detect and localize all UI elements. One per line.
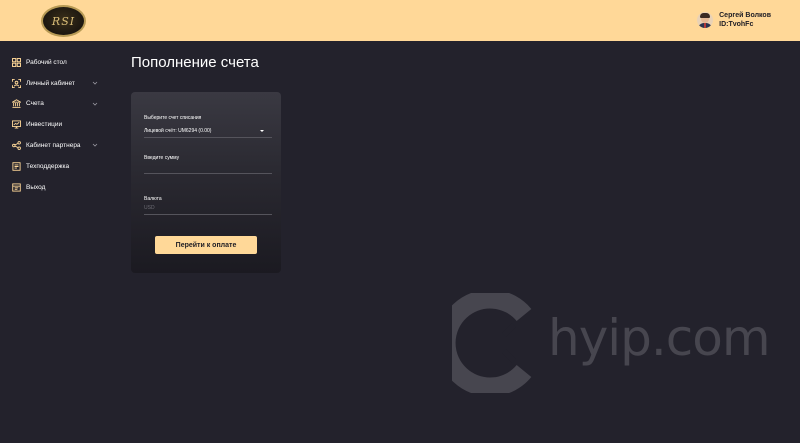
sidebar-item-partner-cabinet[interactable]: Кабинет партнера (0, 135, 120, 156)
caret-down-icon[interactable] (260, 130, 264, 132)
sidebar-item-desktop[interactable]: Рабочий стол (0, 52, 120, 73)
chevron-down-icon[interactable] (92, 142, 98, 148)
sidebar-item-support[interactable]: Техподдержка (0, 156, 120, 177)
hyip-logo-icon (436, 289, 542, 398)
sidebar-item-label: Счета (26, 100, 44, 108)
account-select-underline (144, 137, 272, 138)
chevron-down-icon[interactable] (92, 80, 98, 86)
currency-label: Валюта (144, 196, 162, 202)
user-name: Сергей Волков (719, 12, 771, 19)
user-id: ID:TvohFc (719, 21, 754, 28)
top-header: RSI Сергей Волков ID:TvohFc (0, 0, 800, 41)
sidebar-item-label: Личный кабинет (26, 79, 75, 87)
amount-label: Введите сумму (144, 155, 180, 161)
sidebar: Рабочий стол Личный кабинет Счета Инвест… (0, 52, 120, 198)
currency-input[interactable]: USD (144, 205, 155, 211)
user-profile[interactable]: Сергей Волков ID:TvohFc (697, 11, 771, 29)
sidebar-item-accounts[interactable]: Счета (0, 94, 120, 115)
deposit-form-card: Выберите счет списания Лицевой счёт: UM6… (131, 92, 281, 273)
account-select-value[interactable]: Лицевой счёт: UM6294 (0.00) (144, 128, 211, 134)
logo-text: RSI (51, 14, 76, 28)
sidebar-item-label: Рабочий стол (26, 58, 67, 66)
sidebar-item-logout[interactable]: Выход (0, 177, 120, 198)
network-icon (12, 141, 21, 150)
amount-input-underline (144, 173, 272, 174)
account-select-label: Выберите счет списания (144, 115, 202, 121)
exit-icon (12, 183, 21, 192)
document-icon (12, 162, 21, 171)
user-info: Сергей Волков ID:TvohFc (719, 11, 771, 29)
grid-icon (12, 57, 21, 67)
sidebar-item-investments[interactable]: Инвестиции (0, 114, 120, 135)
sidebar-item-label: Техподдержка (26, 162, 70, 170)
currency-input-underline (144, 214, 272, 215)
page-title: Пополнение счета (131, 54, 259, 71)
person-frame-icon (12, 78, 21, 88)
sidebar-item-label: Кабинет партнера (26, 142, 81, 150)
logo[interactable]: RSI (41, 5, 86, 37)
proceed-to-payment-button[interactable]: Перейти к оплате (155, 236, 257, 254)
bank-icon (12, 99, 21, 109)
sidebar-item-label: Инвестиции (26, 121, 63, 129)
sidebar-item-personal-cabinet[interactable]: Личный кабинет (0, 73, 120, 94)
avatar (697, 12, 714, 28)
sidebar-item-label: Выход (26, 183, 46, 191)
amount-input[interactable] (144, 164, 272, 172)
chevron-down-icon[interactable] (92, 101, 98, 107)
monitor-chart-icon (12, 120, 21, 129)
watermark-text: hyip.com (548, 309, 771, 367)
